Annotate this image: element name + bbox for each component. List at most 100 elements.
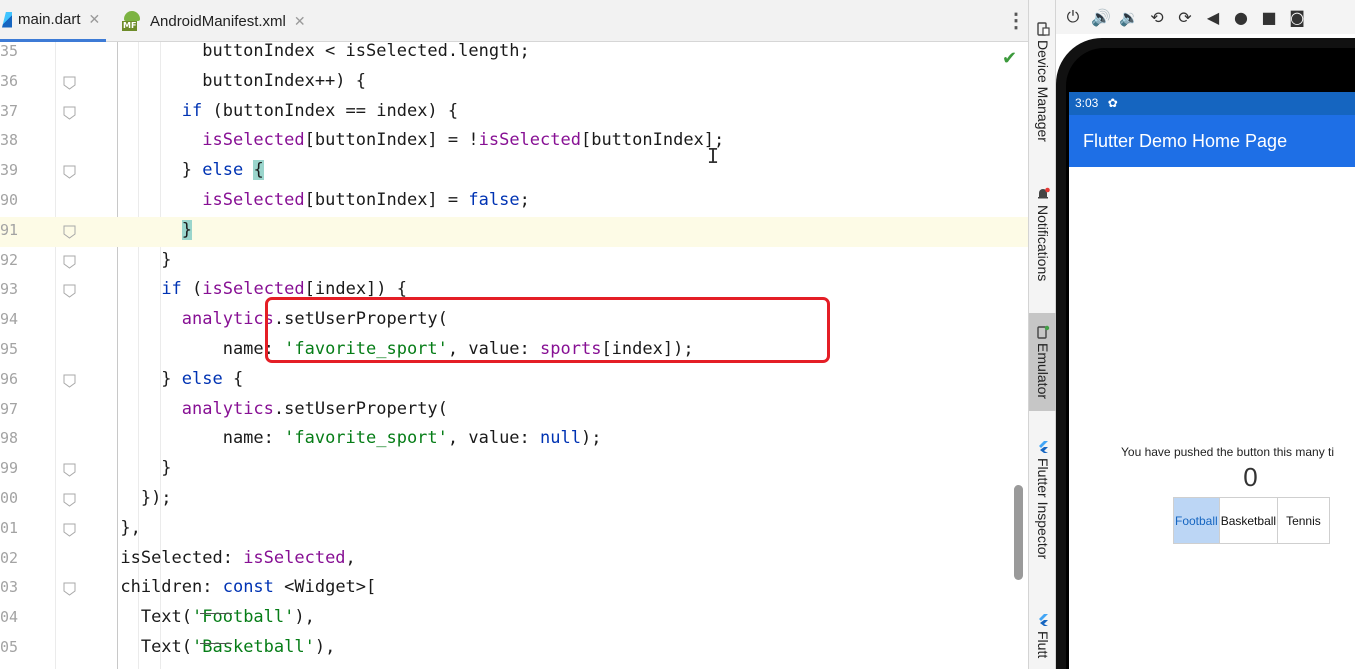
android-status-bar: 3:03 ✿	[1069, 92, 1355, 115]
fold-marker-icon[interactable]	[63, 284, 76, 299]
fold-marker-icon[interactable]	[63, 523, 76, 537]
code-line[interactable]: 01 },	[0, 515, 1028, 545]
emulator-icon	[1037, 325, 1050, 339]
field-reference: analytics	[181, 309, 274, 330]
editor-scrollbar[interactable]	[1014, 485, 1023, 580]
code-token: ),	[294, 607, 315, 628]
tab-main-dart[interactable]: main.dart ✕	[0, 0, 107, 42]
right-tool-window-strip: Device Manager Notifications Emulator Fl…	[1028, 0, 1057, 669]
app-bar: Flutter Demo Home Page	[1069, 115, 1355, 167]
tool-label: Device Manager	[1035, 40, 1051, 142]
power-icon[interactable]: ⏻	[1062, 7, 1084, 27]
counter-label: You have pushed the button this many ti	[1121, 445, 1335, 459]
tab-android-manifest[interactable]: MF AndroidManifest.xml ✕	[122, 0, 306, 42]
code-text: name: 'favorite_sport', value: null);	[100, 428, 602, 448]
code-line[interactable]: 05 Text('Basketball'),	[0, 634, 1028, 664]
code-text: },	[100, 518, 140, 538]
tool-emulator[interactable]: Emulator	[1029, 313, 1057, 411]
tool-device-manager[interactable]: Device Manager	[1029, 22, 1057, 142]
no-errors-check-icon[interactable]: ✔	[1002, 48, 1017, 69]
code-line[interactable]: 98 name: 'favorite_sport', value: null);	[0, 425, 1028, 455]
code-token: });	[99, 488, 172, 508]
tool-flutter-outline[interactable]: Flutt	[1029, 613, 1057, 658]
fold-marker-icon[interactable]	[63, 106, 76, 120]
settings-gear-icon: ✿	[1107, 96, 1118, 110]
fold-marker-icon[interactable]	[63, 76, 76, 90]
fold-marker-icon[interactable]	[63, 225, 76, 239]
code-text: }	[99, 458, 172, 479]
code-line[interactable]: 03 children: const <Widget>[	[0, 574, 1028, 604]
code-line[interactable]: 99 }	[0, 455, 1028, 485]
volume-up-icon[interactable]: 🔊	[1090, 8, 1112, 27]
code-token: isSelected:	[99, 547, 244, 568]
tool-notifications[interactable]: Notifications	[1029, 187, 1057, 281]
code-line[interactable]: 04 Text('Football'),	[0, 604, 1028, 634]
tab-label: main.dart	[18, 11, 81, 28]
tool-flutter-inspector[interactable]: Flutter Inspector	[1029, 440, 1057, 559]
toggle-tennis[interactable]: Tennis	[1278, 498, 1329, 543]
code-text: Text('Basketball'),	[99, 637, 336, 657]
tool-label: Flutter Inspector	[1035, 458, 1051, 560]
code-line[interactable]: 35 buttonIndex < isSelected.length;	[0, 42, 1028, 68]
code-line[interactable]: 06 Text('Tennis')	[0, 664, 1028, 669]
close-tab-icon[interactable]: ✕	[89, 11, 101, 28]
code-line[interactable]: 00 });	[0, 485, 1028, 515]
line-number: 02	[0, 548, 19, 567]
string-literal: 'Football'	[192, 607, 295, 628]
code-token: Text(	[99, 637, 193, 657]
line-number: 35	[0, 42, 19, 60]
code-line[interactable]: 02 isSelected: isSelected,	[0, 545, 1028, 575]
sport-toggle-buttons: Football Basketball Tennis	[1173, 497, 1330, 544]
tool-label: Notifications	[1035, 205, 1051, 282]
back-icon[interactable]: ◀	[1202, 8, 1224, 27]
overview-icon[interactable]: ■	[1258, 8, 1280, 27]
code-token: , value:	[447, 428, 541, 449]
code-token: ),	[314, 637, 336, 657]
line-number: 92	[0, 250, 19, 269]
more-options-icon[interactable]: ⋮	[1006, 8, 1026, 33]
field-reference: analytics	[181, 398, 274, 419]
code-token: [buttonIndex] =	[304, 190, 469, 210]
fold-marker-icon[interactable]	[63, 582, 76, 597]
line-number: 37	[0, 101, 19, 120]
code-line[interactable]: 97 analytics.setUserProperty(	[0, 396, 1028, 426]
fold-marker-icon[interactable]	[63, 493, 76, 507]
code-line[interactable]: 91 }	[0, 216, 1028, 247]
rotate-left-icon[interactable]: ⟲	[1146, 8, 1168, 27]
code-line[interactable]: 96 } else {	[0, 366, 1028, 396]
fold-marker-icon[interactable]	[63, 165, 76, 179]
code-line[interactable]: 38 isSelected[buttonIndex] = !isSelected…	[0, 127, 1028, 157]
code-token: }	[99, 458, 172, 479]
code-token: ,	[345, 547, 356, 568]
code-text: isSelected[buttonIndex] = false;	[100, 190, 530, 210]
code-line[interactable]: 37 if (buttonIndex == index) {	[0, 98, 1028, 128]
tab-label: AndroidManifest.xml	[150, 12, 286, 30]
code-line[interactable]: 39 } else {	[0, 157, 1028, 187]
code-token: <Widget>[	[273, 577, 377, 598]
fold-marker-icon[interactable]	[63, 374, 76, 388]
code-text: isSelected[buttonIndex] = !isSelected[bu…	[100, 130, 724, 150]
widget-tree-line	[200, 643, 232, 644]
code-token: (	[181, 279, 203, 300]
keyword: else	[202, 160, 244, 181]
code-line[interactable]: 90 isSelected[buttonIndex] = false;	[0, 187, 1028, 217]
keyword: else	[181, 368, 223, 389]
device-screen[interactable]: 3:03 ✿ Flutter Demo Home Page You have p…	[1069, 92, 1355, 669]
code-line[interactable]: 36 buttonIndex++) {	[0, 68, 1028, 98]
home-icon[interactable]: ●	[1230, 8, 1252, 27]
rotate-right-icon[interactable]: ⟳	[1174, 8, 1196, 27]
close-tab-icon[interactable]: ✕	[294, 13, 306, 30]
toggle-football[interactable]: Football	[1174, 498, 1220, 543]
code-token: Text(	[99, 607, 193, 628]
fold-marker-icon[interactable]	[63, 255, 76, 269]
toggle-basketball[interactable]: Basketball	[1220, 498, 1279, 543]
code-token: buttonIndex < isSelected.length;	[99, 42, 530, 61]
volume-down-icon[interactable]: 🔉	[1118, 8, 1140, 27]
fold-marker-icon[interactable]	[63, 463, 76, 477]
line-number: 96	[0, 369, 19, 388]
dart-file-icon	[2, 11, 12, 28]
code-line[interactable]: 92 }	[0, 247, 1028, 277]
screenshot-icon[interactable]: ◙	[1286, 8, 1308, 27]
